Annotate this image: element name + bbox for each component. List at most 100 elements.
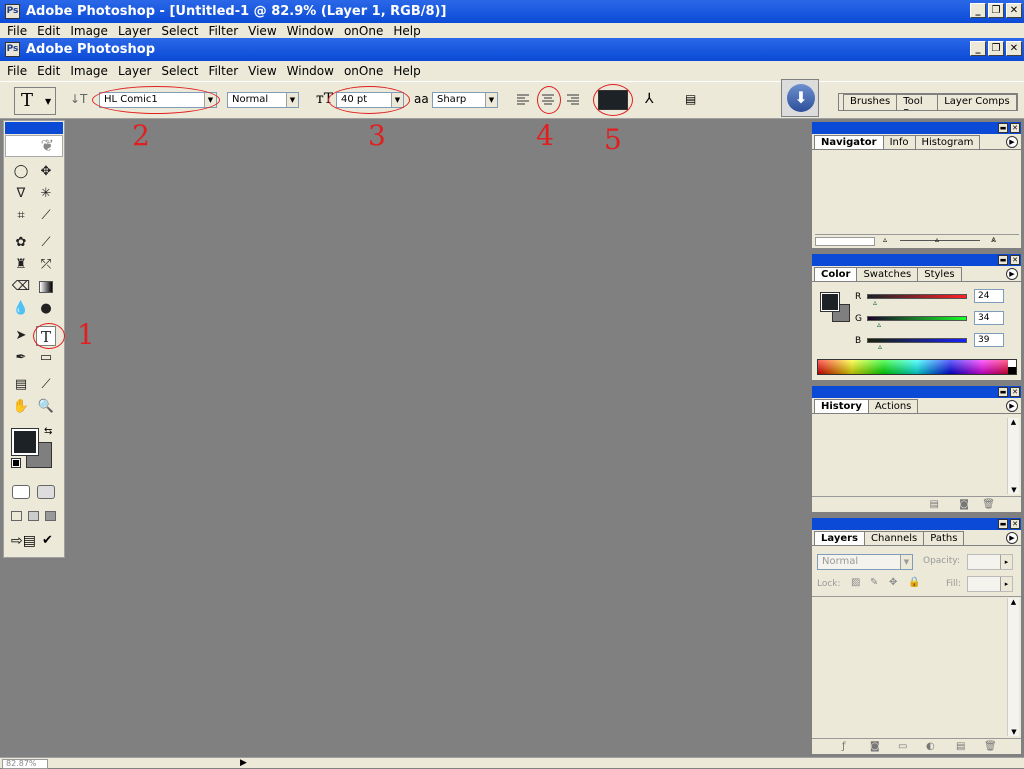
panel-menu-icon[interactable]: ▶ bbox=[1006, 532, 1018, 544]
zoom-slider-handle-icon[interactable]: ▵ bbox=[935, 235, 939, 244]
jump-to-imageready-icon[interactable]: ⇨▤ bbox=[11, 533, 36, 549]
tab-history[interactable]: History bbox=[814, 399, 869, 413]
palettes-toggle-icon[interactable]: ▤ bbox=[685, 92, 696, 106]
history-scrollbar[interactable]: ▲ ▼ bbox=[1007, 418, 1019, 494]
green-slider[interactable] bbox=[867, 316, 967, 321]
antialias-select[interactable]: Sharp ▼ bbox=[432, 92, 498, 108]
swap-colors-icon[interactable]: ⇆ bbox=[44, 426, 52, 437]
hand-tool-icon[interactable]: ✋ bbox=[11, 397, 31, 417]
outer-menu-help[interactable]: Help bbox=[388, 24, 425, 38]
color-panel-foreground-swatch[interactable] bbox=[820, 292, 840, 312]
warp-text-icon[interactable]: ⅄ bbox=[645, 91, 654, 107]
zoom-out-icon[interactable]: ▵ bbox=[883, 235, 887, 244]
tab-navigator[interactable]: Navigator bbox=[814, 135, 884, 149]
blue-slider-handle-icon[interactable]: ▵ bbox=[878, 342, 882, 351]
align-left-icon[interactable] bbox=[516, 93, 530, 107]
layers-scrollbar[interactable]: ▲ ▼ bbox=[1007, 598, 1019, 736]
red-slider[interactable] bbox=[867, 294, 967, 299]
blend-mode-select[interactable]: Normal ▼ bbox=[817, 554, 913, 570]
menu-onone[interactable]: onOne bbox=[339, 64, 388, 78]
app-close-button[interactable]: ✕ bbox=[1006, 41, 1022, 56]
screen-mode-full-icon[interactable] bbox=[45, 511, 56, 521]
blue-value-field[interactable]: 39 bbox=[974, 333, 1004, 347]
lasso-tool-icon[interactable]: ᐁ bbox=[11, 184, 31, 204]
menu-view[interactable]: View bbox=[243, 64, 281, 78]
snapshot-icon[interactable]: ◙ bbox=[959, 499, 969, 510]
path-selection-icon[interactable]: ➤ bbox=[11, 326, 31, 346]
layer-mask-icon[interactable]: ◙ bbox=[870, 741, 880, 752]
go-to-bridge-button[interactable]: ⬇ bbox=[781, 79, 819, 117]
crop-tool-icon[interactable]: ⌗ bbox=[11, 206, 31, 226]
menu-image[interactable]: Image bbox=[65, 64, 113, 78]
eraser-tool-icon[interactable]: ⌫ bbox=[11, 277, 31, 297]
outer-menu-file[interactable]: File bbox=[2, 24, 32, 38]
zoom-tool-icon[interactable]: 🔍 bbox=[36, 397, 56, 417]
tab-info[interactable]: Info bbox=[882, 135, 916, 149]
eyedropper-icon[interactable]: ⟋ bbox=[36, 375, 56, 395]
outer-menu-onone[interactable]: onOne bbox=[339, 24, 388, 38]
gradient-tool-icon[interactable] bbox=[36, 277, 56, 297]
minimize-button[interactable]: _ bbox=[970, 3, 986, 18]
palette-well-tab-layer-comps[interactable]: Layer Comps bbox=[937, 94, 1017, 110]
close-icon[interactable]: ✕ bbox=[1010, 519, 1020, 529]
notes-tool-icon[interactable]: ▤ bbox=[11, 375, 31, 395]
slice-tool-icon[interactable]: ⟋ bbox=[36, 206, 56, 226]
green-value-field[interactable]: 34 bbox=[974, 311, 1004, 325]
tab-layers[interactable]: Layers bbox=[814, 531, 865, 545]
blur-tool-icon[interactable]: 💧 bbox=[11, 299, 31, 319]
green-slider-handle-icon[interactable]: ▵ bbox=[877, 320, 881, 329]
tab-paths[interactable]: Paths bbox=[923, 531, 965, 545]
minimize-icon[interactable]: ▬ bbox=[998, 255, 1008, 265]
new-layer-icon[interactable]: ▤ bbox=[956, 741, 965, 752]
navigator-zoom-field[interactable] bbox=[815, 237, 875, 246]
opacity-field[interactable]: ▸ bbox=[967, 554, 1013, 570]
tab-swatches[interactable]: Swatches bbox=[856, 267, 919, 281]
color-panel-header[interactable]: ▬ ✕ bbox=[812, 254, 1021, 266]
feather-logo[interactable]: ❦ bbox=[5, 135, 63, 157]
menu-layer[interactable]: Layer bbox=[113, 64, 156, 78]
menu-filter[interactable]: Filter bbox=[203, 64, 243, 78]
red-slider-handle-icon[interactable]: ▵ bbox=[873, 298, 877, 307]
close-button[interactable]: ✕ bbox=[1006, 3, 1022, 18]
close-icon[interactable]: ✕ bbox=[1010, 123, 1020, 133]
app-restore-button[interactable]: ❐ bbox=[988, 41, 1004, 56]
minimize-icon[interactable]: ▬ bbox=[998, 387, 1008, 397]
menu-file[interactable]: File bbox=[2, 64, 32, 78]
restore-button[interactable]: ❐ bbox=[988, 3, 1004, 18]
app-minimize-button[interactable]: _ bbox=[970, 41, 986, 56]
dodge-tool-icon[interactable]: ● bbox=[36, 299, 56, 319]
navigator-panel-header[interactable]: ▬ ✕ bbox=[812, 122, 1021, 134]
text-orientation-icon[interactable]: ↓T bbox=[70, 92, 87, 106]
brush-tool-icon[interactable]: ⟋ bbox=[36, 233, 56, 253]
tab-histogram[interactable]: Histogram bbox=[914, 135, 981, 149]
minimize-icon[interactable]: ▬ bbox=[998, 519, 1008, 529]
font-style-select[interactable]: Normal ▼ bbox=[227, 92, 299, 108]
outer-menu-edit[interactable]: Edit bbox=[32, 24, 65, 38]
history-brush-icon[interactable]: ⤱ bbox=[36, 255, 56, 275]
palette-well-tab-brushes[interactable]: Brushes bbox=[843, 94, 898, 110]
lock-transparent-icon[interactable]: ▨ bbox=[851, 577, 860, 588]
marquee-tool-icon[interactable]: ◯ bbox=[11, 162, 31, 182]
layers-panel-header[interactable]: ▬ ✕ bbox=[812, 518, 1021, 530]
menu-edit[interactable]: Edit bbox=[32, 64, 65, 78]
panel-menu-icon[interactable]: ▶ bbox=[1006, 136, 1018, 148]
lock-all-icon[interactable]: 🔒 bbox=[908, 577, 920, 588]
navigator-zoom-slider[interactable] bbox=[900, 240, 980, 241]
outer-menu-layer[interactable]: Layer bbox=[113, 24, 156, 38]
edit-in-imageready-icon[interactable]: ✔ bbox=[42, 533, 53, 548]
layer-style-icon[interactable]: ƒ bbox=[842, 741, 846, 752]
outer-menu-window[interactable]: Window bbox=[282, 24, 339, 38]
red-value-field[interactable]: 24 bbox=[974, 289, 1004, 303]
standard-mode-icon[interactable] bbox=[12, 485, 30, 499]
tool-preset-picker[interactable]: T ▼ bbox=[14, 87, 56, 115]
minimize-icon[interactable]: ▬ bbox=[998, 123, 1008, 133]
quick-mask-icon[interactable] bbox=[37, 485, 55, 499]
panel-menu-icon[interactable]: ▶ bbox=[1006, 268, 1018, 280]
screen-mode-menubar-icon[interactable] bbox=[28, 511, 39, 521]
trash-icon[interactable]: 🗑 bbox=[982, 499, 995, 510]
outer-menu-image[interactable]: Image bbox=[65, 24, 113, 38]
new-group-icon[interactable]: ▭ bbox=[898, 741, 907, 752]
color-spectrum-bar[interactable] bbox=[817, 359, 1017, 375]
trash-icon[interactable]: 🗑 bbox=[984, 741, 997, 752]
menu-help[interactable]: Help bbox=[388, 64, 425, 78]
